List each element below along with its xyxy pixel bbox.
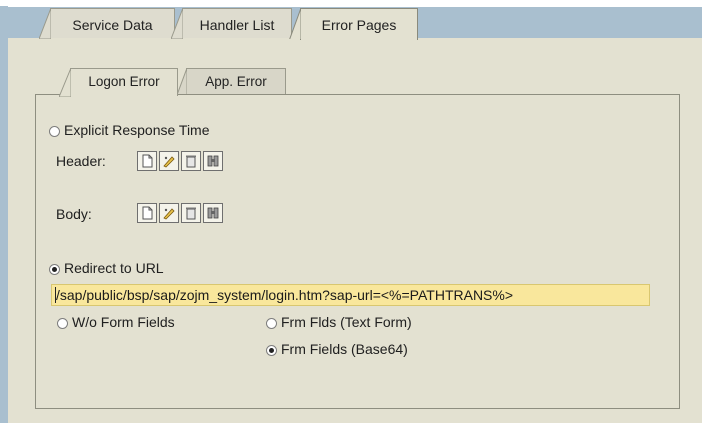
tab-service-data[interactable]: Service Data [39,8,175,39]
delete-trash-icon [186,207,196,220]
tab-handler-list[interactable]: Handler List [171,8,292,39]
wo-form-fields-radio[interactable] [57,318,68,329]
subtab-app-error[interactable]: App. Error [177,68,286,95]
subtab-slant-decoration [59,68,71,97]
header-label: Header: [56,153,106,169]
tab-error-pages-label: Error Pages [321,17,397,33]
body-create-button[interactable] [137,203,157,223]
text-caret [55,287,56,303]
binoculars-find-icon [207,207,219,219]
left-border-strip [0,6,8,423]
header-delete-button[interactable] [181,151,201,171]
body-find-button[interactable] [203,203,223,223]
header-create-button[interactable] [137,151,157,171]
redirect-url-radio[interactable] [49,264,60,275]
body-label: Body: [56,206,92,222]
binoculars-find-icon [207,155,219,167]
edit-pencil-icon [163,208,175,220]
delete-trash-icon [186,155,196,168]
frm-flds-text-form-label: Frm Flds (Text Form) [281,314,412,330]
tab-error-pages[interactable]: Error Pages [289,8,418,40]
tab-service-data-label: Service Data [72,17,153,33]
tab-handler-list-label: Handler List [199,17,275,33]
logon-error-panel [35,94,680,409]
sap-window: Service Data Handler List Error Pages Lo… [0,0,702,423]
subtab-slant-decoration [177,68,187,95]
frm-fields-base64-label: Frm Fields (Base64) [281,341,408,357]
tab-slant-decoration [171,8,183,39]
body-delete-button[interactable] [181,203,201,223]
body-edit-button[interactable] [159,203,179,223]
explicit-response-label: Explicit Response Time [64,122,210,138]
subtab-app-error-label: App. Error [205,74,267,89]
create-document-icon [142,154,153,168]
subtab-logon-error-label: Logon Error [88,74,160,89]
frm-flds-text-form-radio[interactable] [266,318,277,329]
edit-pencil-icon [163,156,175,168]
header-find-button[interactable] [203,151,223,171]
redirect-url-label: Redirect to URL [64,260,164,276]
create-document-icon [142,206,153,220]
subtab-logon-error[interactable]: Logon Error [59,68,178,97]
tab-slant-decoration [39,8,51,39]
frm-fields-base64-radio[interactable] [266,345,277,356]
wo-form-fields-label: W/o Form Fields [72,314,175,330]
header-edit-button[interactable] [159,151,179,171]
tab-slant-decoration [289,8,301,39]
explicit-response-radio[interactable] [49,126,60,137]
redirect-url-input[interactable]: /sap/public/bsp/sap/zojm_system/login.ht… [51,284,650,306]
